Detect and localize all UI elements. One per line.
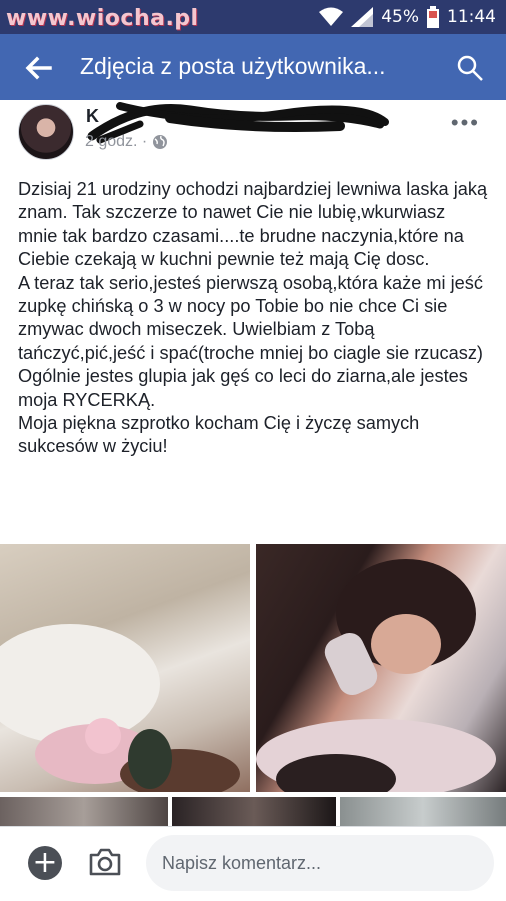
post-photo[interactable] [172, 797, 336, 827]
search-button[interactable] [456, 54, 484, 82]
plus-circle-icon: + [32, 845, 58, 880]
globe-icon [153, 135, 168, 149]
post-paragraph: Ogólnie jestes glupia jak gęś co leci do… [18, 366, 468, 410]
arrow-left-icon [25, 56, 52, 80]
post-photo[interactable] [0, 544, 250, 792]
post-time-text: 2 godz. · [85, 133, 148, 150]
post-body: Dzisiaj 21 urodziny ochodzi najbardziej … [18, 178, 488, 459]
post-photo[interactable] [340, 797, 506, 827]
post-timestamp[interactable]: 2 godz. · [85, 133, 168, 151]
clock: 11:44 [447, 7, 496, 27]
camera-button[interactable] [88, 847, 122, 877]
post-paragraph: A teraz tak serio,jesteś pierwszą osobą,… [18, 272, 483, 363]
comment-input[interactable] [146, 835, 494, 891]
camera-icon [89, 848, 121, 876]
page-title: Zdjęcia z posta użytkownika... [80, 53, 386, 79]
more-options-button[interactable]: ••• [451, 110, 480, 136]
post-photo[interactable] [256, 544, 506, 792]
watermark: www.wiocha.pl [6, 6, 199, 31]
battery-level: 45% [381, 7, 419, 27]
comment-bar: + [0, 826, 506, 901]
wifi-icon [319, 7, 344, 27]
battery-icon [427, 6, 439, 28]
avatar[interactable] [18, 104, 74, 160]
post-paragraph: Moja piękna szprotko kocham Cię i życzę … [18, 413, 420, 457]
add-attachment-button[interactable]: + [28, 846, 62, 880]
status-bar: www.wiocha.pl 45% 11:44 [0, 0, 506, 34]
app-bar: Zdjęcia z posta użytkownika... [0, 34, 506, 100]
back-button[interactable] [22, 52, 54, 84]
status-icons: 45% 11:44 [319, 6, 496, 28]
post-photo[interactable] [0, 797, 168, 827]
post-paragraph: Dzisiaj 21 urodziny ochodzi najbardziej … [18, 179, 488, 270]
more-horizontal-icon: ••• [450, 110, 480, 135]
signal-icon [351, 7, 374, 27]
search-icon [457, 55, 483, 81]
